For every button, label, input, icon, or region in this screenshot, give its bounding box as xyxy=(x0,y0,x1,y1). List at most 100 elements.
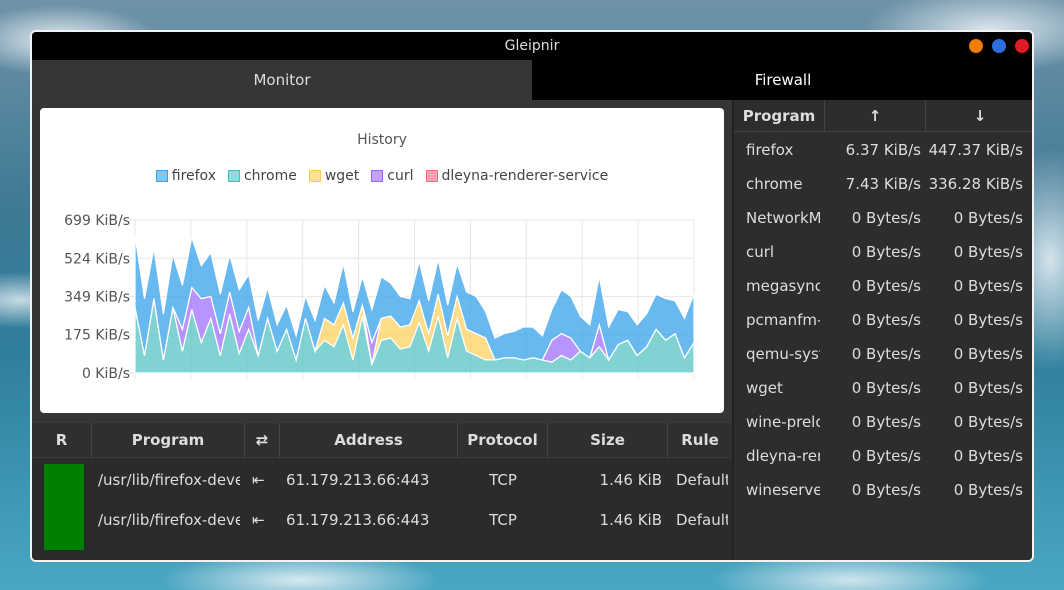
cell-rule: Default xyxy=(676,471,728,489)
bandwidth-program: pcmanfm-qt xyxy=(746,311,820,329)
bandwidth-down: 336.28 KiB/s xyxy=(928,175,1023,193)
cell-program: /usr/lib/firefox-deve xyxy=(98,471,240,489)
bandwidth-down: 0 Bytes/s xyxy=(953,413,1023,431)
bandwidth-down: 447.37 KiB/s xyxy=(928,141,1023,159)
bandwidth-program: chrome xyxy=(746,175,803,193)
cell-size: 1.46 KiB xyxy=(599,511,662,529)
chart-plot: 699 KiB/s 524 KiB/s 349 KiB/s 175 KiB/s 0 Ki… xyxy=(64,213,695,382)
bandwidth-down: 0 Bytes/s xyxy=(953,379,1023,397)
legend-item[interactable]: curl xyxy=(371,168,414,184)
bandwidth-up: 0 Bytes/s xyxy=(851,311,921,329)
col-download[interactable]: ↓ xyxy=(926,100,1032,132)
list-item[interactable]: wine-preloader 0 Bytes/s 0 Bytes/s xyxy=(734,405,1032,439)
cell-direction: ⇤ xyxy=(252,471,265,489)
bandwidth-up: 0 Bytes/s xyxy=(851,481,921,499)
bandwidth-down: 0 Bytes/s xyxy=(953,447,1023,465)
tab-monitor[interactable]: Monitor xyxy=(32,60,532,100)
connections-header: R Program ⇄ Address Protocol Size Rule xyxy=(32,422,732,458)
list-item[interactable]: NetworkManager 0 Bytes/s 0 Bytes/s xyxy=(734,201,1032,235)
col-rule[interactable]: Rule xyxy=(668,423,732,458)
minimize-button[interactable] xyxy=(969,39,983,53)
list-item[interactable]: chrome 7.43 KiB/s 336.28 KiB/s xyxy=(734,167,1032,201)
legend-swatch xyxy=(227,170,240,182)
legend-label: chrome xyxy=(243,168,297,184)
legend-swatch xyxy=(308,170,321,182)
bandwidth-program: qemu-system xyxy=(746,345,820,363)
connections-body: /usr/lib/firefox-deve ⇤ 61.179.213.66:44… xyxy=(32,458,732,560)
y-tick-label: 0 KiB/s xyxy=(82,366,130,382)
cell-address: 61.179.213.66:443 xyxy=(286,471,430,489)
chart-title: History xyxy=(357,132,407,148)
cell-protocol: TCP xyxy=(489,471,517,489)
connections-table: R Program ⇄ Address Protocol Size Rule /… xyxy=(32,422,732,560)
monitor-pane: History firefox chrome wget curl dleyna-rend… xyxy=(32,100,732,560)
list-item[interactable]: dleyna-renderer-service 0 Bytes/s 0 Bytes/… xyxy=(734,439,1032,473)
col-address[interactable]: Address xyxy=(280,423,458,458)
legend-swatch xyxy=(155,170,168,182)
list-item[interactable]: megasync 0 Bytes/s 0 Bytes/s xyxy=(734,269,1032,303)
bandwidth-program: firefox xyxy=(746,141,794,159)
history-chart: History firefox chrome wget curl dleyna-rend… xyxy=(40,108,724,413)
cell-address: 61.179.213.66:443 xyxy=(286,511,430,529)
col-program[interactable]: Program xyxy=(734,100,825,132)
bandwidth-up: 0 Bytes/s xyxy=(851,209,921,227)
list-item[interactable]: firefox 6.37 KiB/s 447.37 KiB/s xyxy=(734,133,1032,167)
col-upload[interactable]: ↑ xyxy=(825,100,926,132)
chart-legend: firefox chrome wget curl dleyna-renderer-ser… xyxy=(40,168,724,184)
bandwidth-program: wine-preloader xyxy=(746,413,820,431)
list-item[interactable]: curl 0 Bytes/s 0 Bytes/s xyxy=(734,235,1032,269)
bandwidth-header: Program ↑ ↓ xyxy=(734,100,1032,132)
bandwidth-program: curl xyxy=(746,243,775,261)
legend-item[interactable]: wget xyxy=(308,168,360,184)
legend-item[interactable]: firefox xyxy=(155,168,216,184)
col-size[interactable]: Size xyxy=(548,423,668,458)
bandwidth-down: 0 Bytes/s xyxy=(953,345,1023,363)
bandwidth-up: 6.37 KiB/s xyxy=(845,141,921,159)
legend-item[interactable]: chrome xyxy=(227,168,297,184)
bandwidth-up: 7.43 KiB/s xyxy=(845,175,921,193)
bandwidth-down: 0 Bytes/s xyxy=(953,481,1023,499)
bandwidth-down: 0 Bytes/s xyxy=(953,311,1023,329)
bandwidth-up: 0 Bytes/s xyxy=(851,345,921,363)
list-item[interactable]: wineserver 0 Bytes/s 0 Bytes/s xyxy=(734,473,1032,507)
cell-rule: Default xyxy=(676,511,728,529)
legend-label: wget xyxy=(324,168,360,184)
bandwidth-pane: Program ↑ ↓ firefox 6.37 KiB/s 447.37 KiB/… xyxy=(732,100,1032,560)
tab-bar: Monitor Firewall xyxy=(32,60,1032,100)
y-tick-label: 349 KiB/s xyxy=(64,290,130,306)
bandwidth-program: NetworkManager xyxy=(746,209,820,227)
col-direction[interactable]: ⇄ xyxy=(245,423,280,458)
bandwidth-up: 0 Bytes/s xyxy=(851,277,921,295)
bandwidth-up: 0 Bytes/s xyxy=(851,379,921,397)
col-protocol[interactable]: Protocol xyxy=(458,423,548,458)
close-button[interactable] xyxy=(1015,39,1029,53)
list-item[interactable]: pcmanfm-qt 0 Bytes/s 0 Bytes/s xyxy=(734,303,1032,337)
bandwidth-up: 0 Bytes/s xyxy=(851,413,921,431)
cell-program: /usr/lib/firefox-deve xyxy=(98,511,240,529)
col-r[interactable]: R xyxy=(32,423,92,458)
table-row[interactable]: /usr/lib/firefox-deve ⇤ 61.179.213.66:44… xyxy=(32,460,732,500)
y-tick-label: 524 KiB/s xyxy=(64,251,130,267)
col-program[interactable]: Program xyxy=(92,423,245,458)
app-window: Gleipnir Monitor Firewall History firefo… xyxy=(30,30,1034,562)
bandwidth-up: 0 Bytes/s xyxy=(851,243,921,261)
legend-label: dleyna-renderer-service xyxy=(441,168,609,184)
y-tick-label: 175 KiB/s xyxy=(64,328,130,344)
table-row[interactable]: /usr/lib/firefox-deve ⇤ 61.179.213.66:44… xyxy=(32,500,732,540)
window-title: Gleipnir xyxy=(504,38,560,54)
title-bar[interactable]: Gleipnir xyxy=(32,32,1032,60)
bandwidth-program: megasync xyxy=(746,277,820,295)
bandwidth-down: 0 Bytes/s xyxy=(953,277,1023,295)
cell-protocol: TCP xyxy=(489,511,517,529)
tab-firewall[interactable]: Firewall xyxy=(532,60,1032,100)
bandwidth-down: 0 Bytes/s xyxy=(953,209,1023,227)
cell-size: 1.46 KiB xyxy=(599,471,662,489)
bandwidth-program: wineserver xyxy=(746,481,820,499)
list-item[interactable]: qemu-system 0 Bytes/s 0 Bytes/s xyxy=(734,337,1032,371)
maximize-button[interactable] xyxy=(992,39,1006,53)
legend-swatch xyxy=(425,170,438,182)
y-tick-label: 699 KiB/s xyxy=(64,213,130,229)
bandwidth-program: dleyna-renderer-service xyxy=(746,447,820,465)
list-item[interactable]: wget 0 Bytes/s 0 Bytes/s xyxy=(734,371,1032,405)
legend-item[interactable]: dleyna-renderer-service xyxy=(425,168,609,184)
